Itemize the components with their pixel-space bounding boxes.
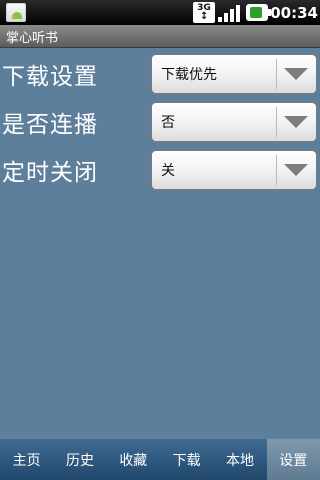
setting-label-autoplay: 是否连播 [2, 112, 98, 138]
autoplay-setting-dropdown[interactable]: 否 [151, 102, 317, 142]
setting-label-sleep-timer: 定时关闭 [2, 160, 98, 186]
tab-downloads[interactable]: 下载 [160, 439, 213, 480]
app-notification-icon [6, 3, 26, 22]
dropdown-value: 关 [161, 163, 175, 179]
tab-home[interactable]: 主页 [0, 439, 53, 480]
app-title: 掌心听书 [6, 30, 59, 46]
status-bar: 3G 00:34 [0, 0, 320, 25]
dropdown-divider [276, 107, 277, 137]
signal-strength-icon [218, 4, 240, 22]
setting-row-download: 下载设置 下载优先 [0, 53, 320, 95]
dropdown-divider [276, 155, 277, 185]
setting-row-sleep-timer: 定时关闭 关 [0, 149, 320, 191]
chevron-down-icon [284, 116, 308, 128]
tab-local[interactable]: 本地 [213, 439, 266, 480]
tab-settings[interactable]: 设置 [266, 439, 320, 480]
chevron-down-icon [284, 68, 308, 80]
sleep-timer-dropdown[interactable]: 关 [151, 150, 317, 190]
dropdown-divider [276, 59, 277, 89]
bottom-tab-bar: 主页 历史 收藏 下载 本地 设置 [0, 438, 320, 480]
network-3g-icon: 3G [193, 2, 215, 23]
setting-row-autoplay: 是否连播 否 [0, 101, 320, 143]
download-setting-dropdown[interactable]: 下载优先 [151, 54, 317, 94]
dropdown-value: 否 [161, 115, 175, 131]
tab-favorites[interactable]: 收藏 [107, 439, 160, 480]
setting-label-download: 下载设置 [2, 64, 98, 90]
dropdown-value: 下载优先 [161, 67, 217, 83]
network-type-label: 3G [197, 3, 211, 13]
battery-icon [246, 4, 271, 21]
tab-history[interactable]: 历史 [53, 439, 106, 480]
chevron-down-icon [284, 164, 308, 176]
status-clock: 00:34 [270, 3, 318, 22]
app-title-bar: 掌心听书 [0, 25, 320, 48]
